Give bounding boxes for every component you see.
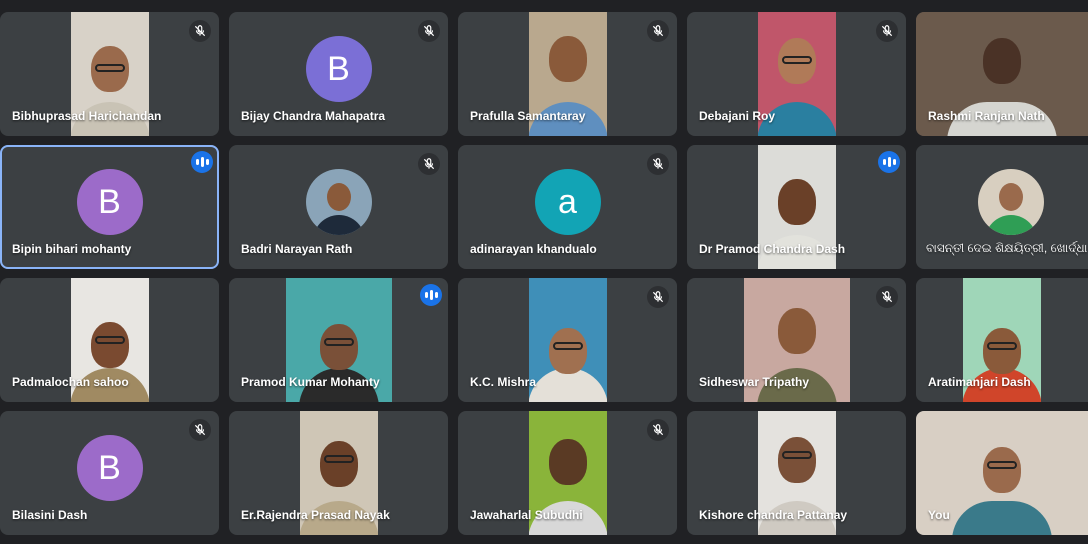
avatar: B xyxy=(76,169,143,235)
participant-tile[interactable]: B Bijay Chandra Mahapatra xyxy=(229,12,448,136)
participant-tile[interactable]: Padmalochan sahoo xyxy=(0,278,219,402)
participant-name: Kishore chandra Pattanay xyxy=(699,508,848,522)
mic-off-icon xyxy=(418,153,440,175)
participant-tile[interactable]: You xyxy=(916,411,1088,535)
mic-off-icon xyxy=(876,20,898,42)
participant-tile[interactable]: Er.Rajendra Prasad Nayak xyxy=(229,411,448,535)
participant-tile[interactable]: Aratimanjari Dash xyxy=(916,278,1088,402)
mic-off-icon xyxy=(647,419,669,441)
participant-name: adinarayan khandualo xyxy=(470,242,597,256)
participant-name: Er.Rajendra Prasad Nayak xyxy=(241,508,390,522)
mic-off-icon xyxy=(418,20,440,42)
mic-off-icon xyxy=(647,20,669,42)
participant-name: Bilasini Dash xyxy=(12,508,88,522)
participant-name: K.C. Mishra xyxy=(470,375,537,389)
participant-tile[interactable]: Debajani Roy xyxy=(687,12,906,136)
avatar: a xyxy=(534,169,601,235)
participant-tile[interactable]: a adinarayan khandualo xyxy=(458,145,677,269)
participant-name: Aratimanjari Dash xyxy=(928,375,1031,389)
mic-off-icon xyxy=(189,20,211,42)
mic-off-icon xyxy=(189,419,211,441)
participant-tile[interactable]: Jawaharlal Subudhi xyxy=(458,411,677,535)
participant-name: ବାସନ୍ତୀ ଦେଇ ଶିକ୍ଷୟିତ୍ରୀ, ଖୋର୍ଦ୍ଧା -ଅନୁଗୁ xyxy=(926,241,1088,255)
participant-tile[interactable]: ବାସନ୍ତୀ ଦେଇ ଶିକ୍ଷୟିତ୍ରୀ, ଖୋର୍ଦ୍ଧା -ଅନୁଗୁ xyxy=(916,145,1088,269)
participant-tile[interactable]: Rashmi Ranjan Nath xyxy=(916,12,1088,136)
avatar-initial: a xyxy=(558,182,577,221)
mic-off-icon xyxy=(647,286,669,308)
participant-tile[interactable]: Prafulla Samantaray xyxy=(458,12,677,136)
participant-name: Bipin bihari mohanty xyxy=(12,242,132,256)
participant-tile[interactable]: B Bilasini Dash xyxy=(0,411,219,535)
participant-tile[interactable]: K.C. Mishra xyxy=(458,278,677,402)
participant-tile[interactable]: Kishore chandra Pattanay xyxy=(687,411,906,535)
participant-name: Sidheswar Tripathy xyxy=(699,375,810,389)
participant-video xyxy=(528,278,607,402)
participant-name: Debajani Roy xyxy=(699,109,776,123)
avatar xyxy=(305,169,372,235)
participant-name: Dr Pramod Chandra Dash xyxy=(699,242,846,256)
speaking-indicator-icon xyxy=(191,151,213,173)
participant-tile[interactable]: Pramod Kumar Mohanty xyxy=(229,278,448,402)
participant-tile[interactable]: Badri Narayan Rath xyxy=(229,145,448,269)
participant-tile[interactable]: Bibhuprasad Harichandan xyxy=(0,12,219,136)
participant-name: Bijay Chandra Mahapatra xyxy=(241,109,386,123)
speaking-indicator-icon xyxy=(878,151,900,173)
participant-name: Badri Narayan Rath xyxy=(241,242,353,256)
avatar-initial: B xyxy=(98,182,121,221)
participant-name: Padmalochan sahoo xyxy=(12,375,129,389)
avatar: B xyxy=(76,435,143,501)
mic-off-icon xyxy=(647,153,669,175)
participant-grid: Bibhuprasad Harichandan B Bijay Chandra … xyxy=(0,12,1088,535)
avatar-initial: B xyxy=(327,49,350,88)
participant-name: Jawaharlal Subudhi xyxy=(470,508,583,522)
participant-name: Bibhuprasad Harichandan xyxy=(12,109,162,123)
participant-name: You xyxy=(928,508,950,522)
avatar-initial: B xyxy=(98,448,121,487)
avatar xyxy=(977,169,1044,235)
avatar: B xyxy=(305,36,372,102)
participant-tile[interactable]: Dr Pramod Chandra Dash xyxy=(687,145,906,269)
participant-name: Rashmi Ranjan Nath xyxy=(928,109,1045,123)
participant-tile[interactable]: B Bipin bihari mohanty xyxy=(0,145,219,269)
mic-off-icon xyxy=(876,286,898,308)
participant-name: Pramod Kumar Mohanty xyxy=(241,375,380,389)
participant-name: Prafulla Samantaray xyxy=(470,109,586,123)
participant-tile[interactable]: Sidheswar Tripathy xyxy=(687,278,906,402)
speaking-indicator-icon xyxy=(420,284,442,306)
